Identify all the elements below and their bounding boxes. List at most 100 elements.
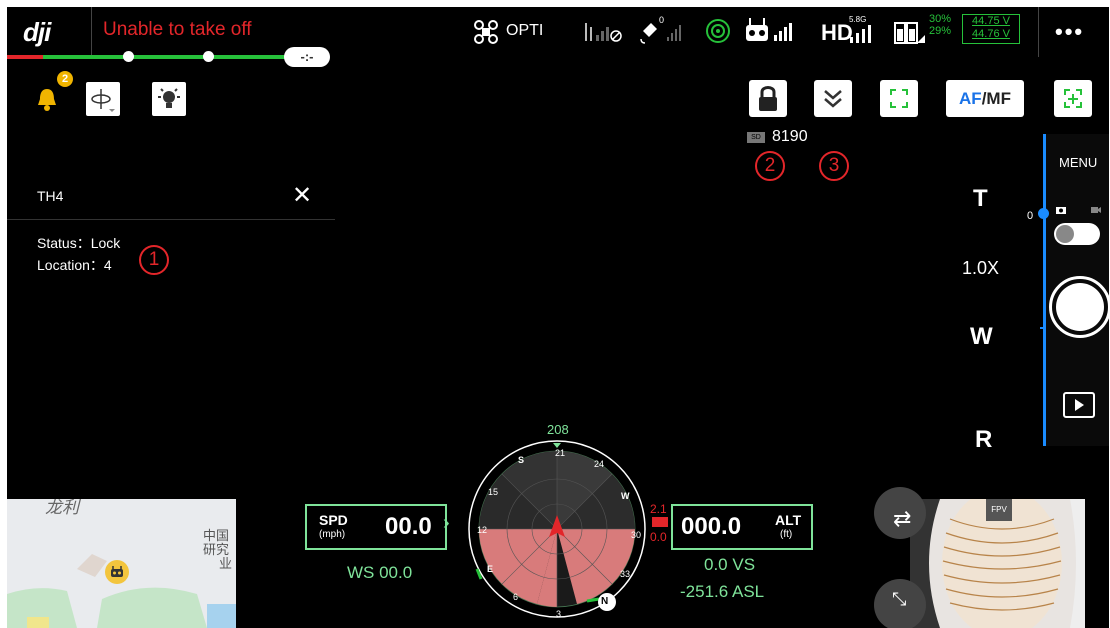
altitude-marker — [652, 517, 668, 527]
progress-dot — [203, 51, 214, 62]
beacon-light-button[interactable] — [152, 82, 186, 116]
hd-signal-icon — [850, 25, 871, 43]
takeoff-status-warning[interactable]: Unable to take off — [103, 19, 252, 41]
map-text: 龙利 — [45, 499, 79, 517]
altitude-box: 000.0 ALT (ft) — [671, 504, 813, 550]
altitude-limit-top: 2.1 — [650, 502, 667, 516]
speed-box: SPD (mph) 00.0 — [305, 504, 447, 550]
speed-pointer-icon: › — [443, 512, 450, 534]
close-icon[interactable]: ✕ — [292, 181, 312, 210]
panel-divider — [7, 219, 335, 220]
focus-area-button[interactable] — [880, 80, 918, 117]
compass-e: E — [487, 564, 494, 574]
gimbal-mode-button[interactable] — [86, 82, 120, 116]
metering-icon — [1064, 89, 1082, 108]
focus-frame-icon — [890, 89, 908, 108]
altitude-unit: (ft) — [780, 529, 793, 540]
collapse-button[interactable] — [814, 80, 852, 117]
zoom-wide-button[interactable]: W — [970, 323, 993, 351]
wind-speed: WS 00.0 — [347, 563, 413, 582]
more-menu-button[interactable]: ••• — [1055, 19, 1084, 45]
flight-progress-red — [7, 55, 43, 59]
zoom-reset-button[interactable]: R — [975, 426, 992, 454]
fpv-label: FPV — [986, 499, 1012, 521]
divider — [1038, 7, 1039, 57]
compass-s: S — [518, 455, 525, 465]
panel-title: TH4 — [37, 188, 64, 204]
compass-21: 21 — [555, 448, 566, 458]
spot-metering-button[interactable] — [1054, 80, 1092, 117]
gps-count: 0 — [659, 15, 665, 25]
status-line: Status：Lock — [37, 235, 121, 251]
toggle-knob — [1056, 225, 1074, 243]
attitude-radar[interactable] — [467, 439, 647, 619]
rc-signal-icon[interactable] — [583, 19, 631, 45]
fpv-preview[interactable]: FPV — [910, 499, 1085, 628]
speed-unit: (mph) — [319, 529, 346, 540]
mini-map[interactable]: 龙利 中国 研究 业 — [7, 499, 236, 628]
altitude-value: 000.0 — [681, 513, 742, 540]
compass-n: N — [601, 596, 609, 607]
vision-sensor-icon[interactable] — [705, 18, 731, 44]
voltage-1: 44.75 V — [972, 15, 1010, 27]
gimbal-icon — [91, 89, 115, 112]
altitude-asl: -251.6 ASL — [680, 582, 765, 601]
zoom-zero-label: 0 — [1027, 210, 1034, 222]
zoom-tick — [1040, 327, 1046, 329]
remote-controller-icon — [111, 566, 123, 577]
compass-30: 30 — [631, 530, 642, 540]
lock-icon — [759, 86, 777, 111]
flight-mode-label[interactable]: OPTI — [506, 22, 543, 40]
compass-24: 24 — [594, 459, 605, 469]
flight-time-pill[interactable]: -:- — [284, 47, 330, 67]
af-label: AF — [959, 89, 982, 108]
altitude-label: ALT — [775, 512, 802, 528]
annotation-marker-2: 2 — [755, 151, 785, 181]
flight-progress-green — [43, 55, 287, 59]
zoom-tele-button[interactable]: T — [973, 185, 988, 213]
minimize-icon[interactable]: ⤡ — [892, 589, 906, 610]
battery-icon[interactable] — [893, 19, 927, 45]
speed-label: SPD — [319, 512, 348, 528]
map-text: 业 — [219, 556, 233, 571]
compass-15: 15 — [488, 487, 499, 497]
hd-video-label[interactable]: HD — [821, 20, 853, 46]
band-label: 5.8G — [849, 15, 867, 24]
voltage-box[interactable]: 44.75 V 44.76 V — [962, 14, 1020, 44]
bell-icon[interactable] — [35, 87, 59, 113]
map-road-marker — [27, 617, 49, 628]
annotation-marker-1: 1 — [139, 245, 169, 275]
light-bulb-icon — [158, 88, 180, 108]
mf-label: /MF — [981, 89, 1011, 108]
compass-6: 6 — [513, 592, 519, 602]
camera-menu-button[interactable]: MENU — [1059, 155, 1097, 170]
divider — [91, 7, 92, 57]
video-icon — [1091, 207, 1101, 213]
swap-view-icon[interactable]: ⇄ — [893, 506, 911, 532]
compass-3: 3 — [556, 609, 562, 619]
af-mf-button[interactable]: AF/MF — [946, 80, 1024, 117]
notification-badge: 2 — [57, 71, 73, 87]
remote-controller-signal-icon[interactable] — [744, 15, 798, 45]
annotation-marker-3: 3 — [819, 151, 849, 181]
dji-logo[interactable]: dji — [23, 17, 51, 48]
sd-card-icon: SD — [747, 132, 765, 143]
progress-dot — [123, 51, 134, 62]
rc-location-marker — [105, 560, 129, 584]
lock-button[interactable] — [749, 80, 787, 117]
speed-value: 00.0 — [385, 513, 432, 540]
sd-remaining-count: 8190 — [772, 128, 808, 145]
compass-12: 12 — [477, 525, 488, 535]
vertical-speed: 0.0 VS — [704, 555, 756, 574]
compass-w: W — [621, 491, 630, 501]
zoom-slider-handle[interactable] — [1038, 208, 1049, 219]
battery-1-percent: 30% — [929, 13, 952, 25]
app-screen: dji Unable to take off -:- OPTI 0 HD 5.8… — [7, 7, 1109, 628]
heading-value: 208 — [547, 422, 569, 437]
shutter-button[interactable] — [1056, 283, 1104, 331]
altitude-limit-bottom: 0.0 — [650, 530, 667, 544]
voltage-2: 44.76 V — [972, 28, 1010, 40]
playback-button[interactable] — [1063, 392, 1095, 418]
zoom-track[interactable] — [1043, 134, 1046, 446]
zoom-level: 1.0X — [962, 258, 1000, 278]
